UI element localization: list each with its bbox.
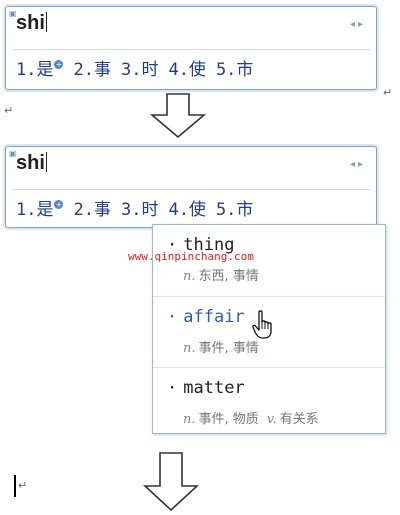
composition-text[interactable]: shi (16, 152, 356, 175)
paragraph-mark-icon: ↵ (18, 479, 28, 492)
text-caret (45, 12, 47, 32)
ime-window-top: ▣ shi ◂▸ 1.是 +2.事 3.时 4.使 5.市 (5, 6, 377, 90)
dict-word: · affair (167, 307, 245, 327)
text-cursor (14, 475, 16, 497)
hand-cursor-icon (252, 310, 272, 339)
candidate-2[interactable]: 2.事 (73, 60, 110, 80)
plus-badge-icon[interactable]: + (54, 60, 64, 69)
composition-value: shi (16, 12, 45, 34)
dict-word: · matter (167, 378, 245, 398)
page-nav[interactable]: ◂▸ (350, 19, 366, 30)
down-arrow-icon (150, 93, 206, 139)
candidate-4[interactable]: 4.使 (168, 60, 205, 80)
composition-value: shi (16, 152, 45, 174)
candidate-2[interactable]: 2.事 (73, 200, 110, 220)
paragraph-mark-icon: ↵ (4, 104, 14, 117)
dict-definition: n. 事件, 物质 v. 有关系 (183, 412, 319, 427)
screenshot-root: { "ime_top": { "composition": "shi", "na… (0, 0, 400, 515)
down-arrow-icon (143, 452, 199, 512)
candidate-3[interactable]: 3.时 (121, 60, 158, 80)
dict-definition: n. 东西, 事情 (183, 269, 259, 284)
candidate-label: 1.是 (16, 200, 54, 220)
composition-text[interactable]: shi (16, 12, 356, 35)
ime-window-bottom: ▣ shi ◂▸ 1.是 +2.事 3.时 4.使 5.市 (5, 146, 377, 228)
candidate-4[interactable]: 4.使 (168, 200, 205, 220)
candidate-1[interactable]: 1.是 + (16, 200, 64, 220)
plus-badge-icon[interactable]: + (54, 200, 64, 209)
page-nav[interactable]: ◂▸ (350, 159, 366, 170)
text-caret (45, 152, 47, 172)
candidate-list: 1.是 +2.事 3.时 4.使 5.市 (16, 195, 263, 220)
dict-entry-matter[interactable]: · matter n. 事件, 物质 v. 有关系 (153, 367, 385, 438)
separator (12, 49, 370, 50)
watermark-text: www.qinpinchang.com (128, 250, 254, 263)
candidate-5[interactable]: 5.市 (216, 200, 253, 220)
paragraph-mark-icon: ↵ (383, 86, 393, 99)
dict-definition: n. 事件, 事情 (183, 341, 259, 356)
candidate-1[interactable]: 1.是 + (16, 60, 64, 80)
candidate-list: 1.是 +2.事 3.时 4.使 5.市 (16, 55, 263, 80)
candidate-5[interactable]: 5.市 (216, 60, 253, 80)
candidate-label: 1.是 (16, 60, 54, 80)
candidate-3[interactable]: 3.时 (121, 200, 158, 220)
separator (12, 189, 370, 190)
